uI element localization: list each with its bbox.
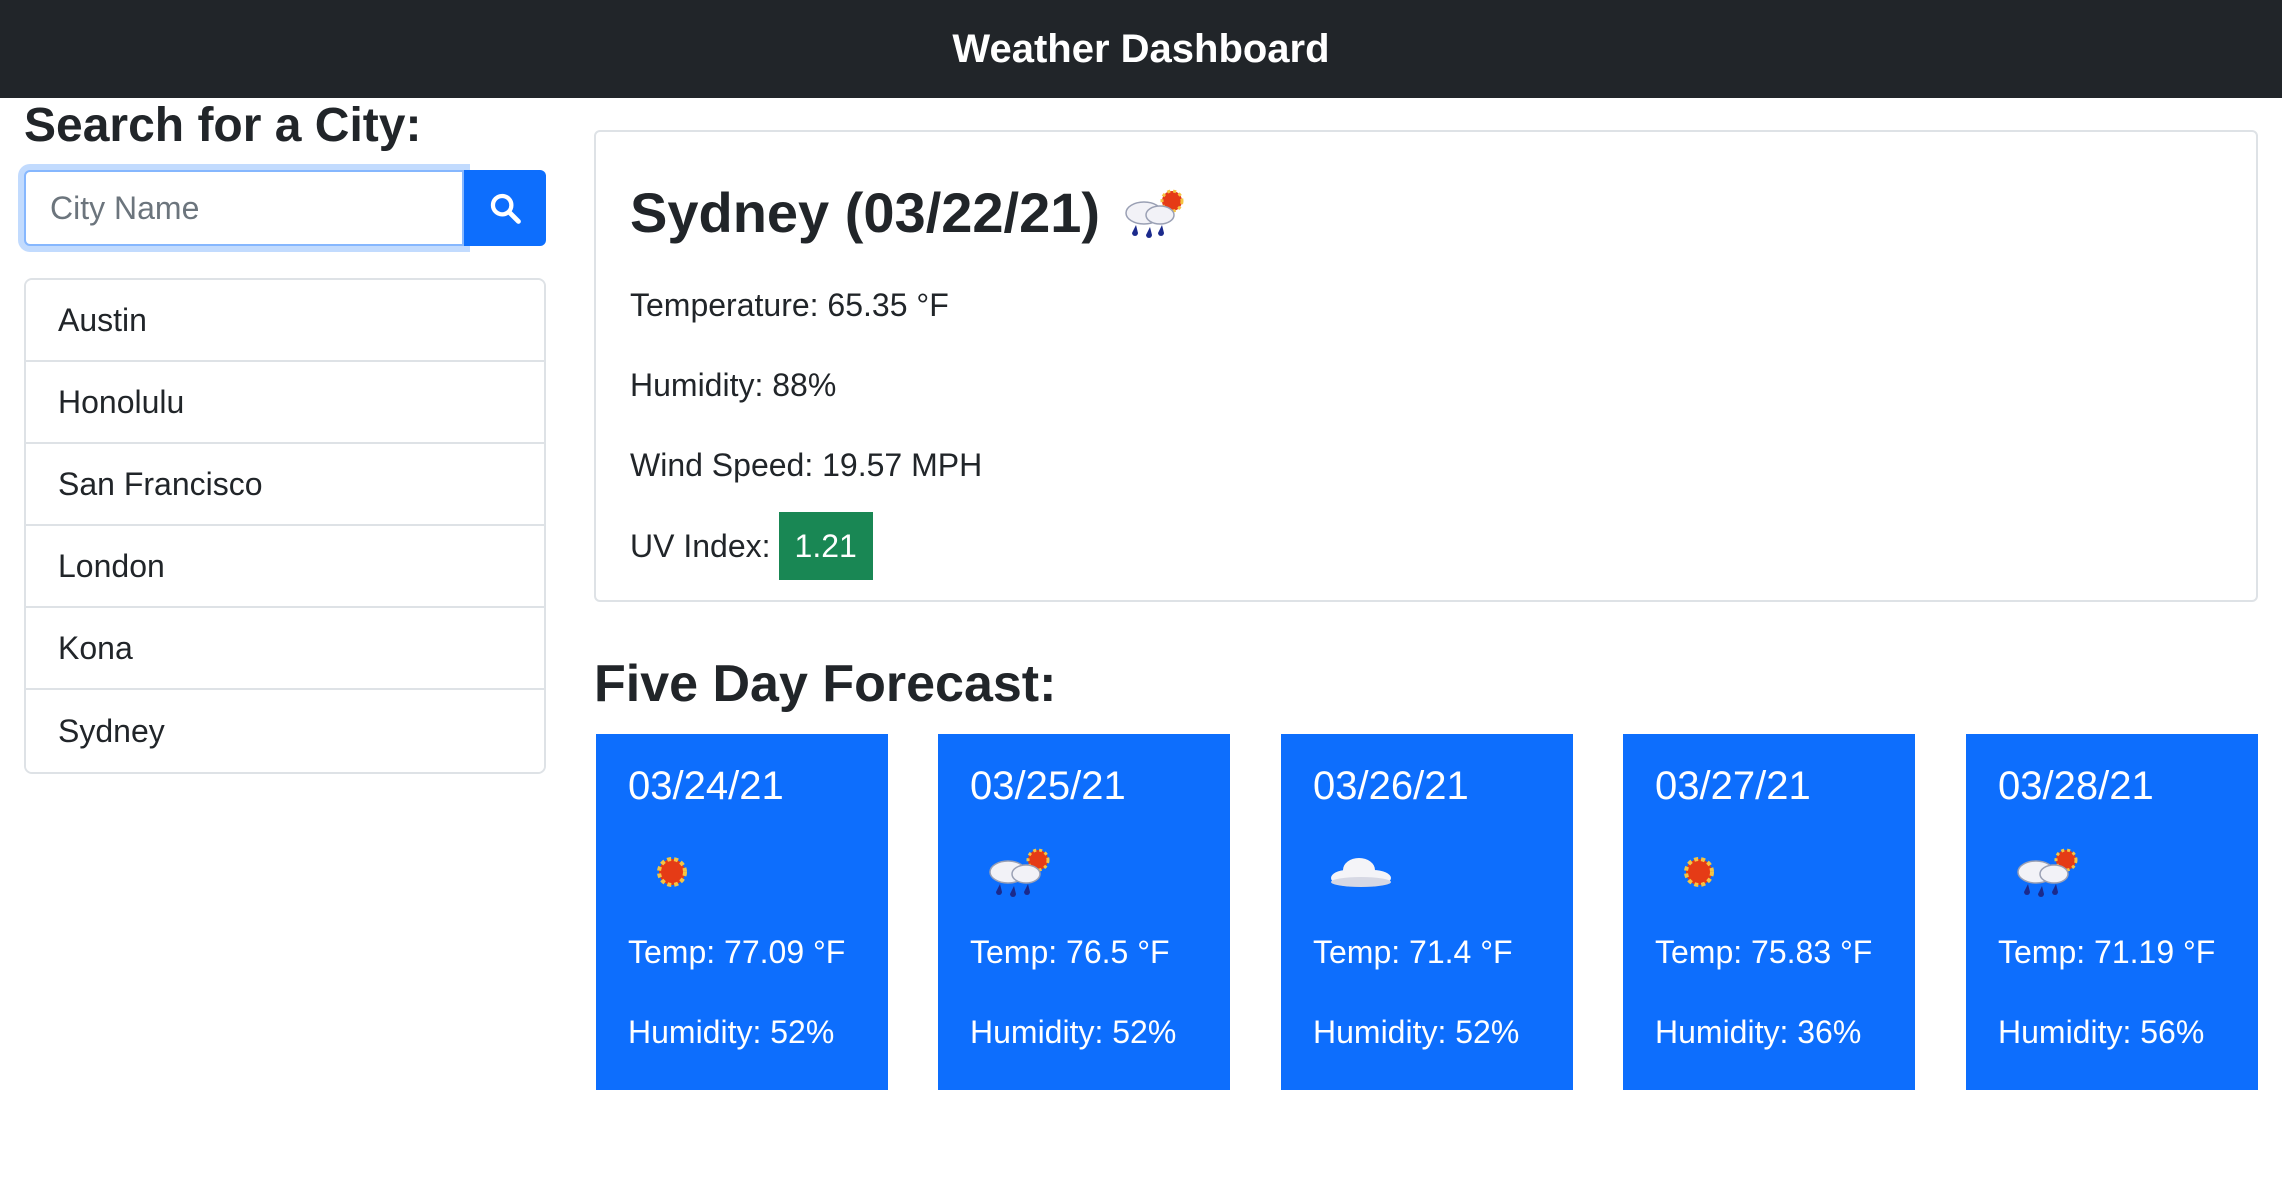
app-title: Weather Dashboard (952, 26, 1330, 71)
history-city-london[interactable]: London (26, 526, 544, 608)
current-weather-title-row: Sydney (03/22/21) (630, 180, 1194, 245)
forecast-humidity: Humidity: 52% (970, 1014, 1177, 1050)
forecast-humidity: Humidity: 56% (1998, 1014, 2205, 1050)
rain-sun-cloud-icon (989, 848, 1050, 897)
history-city-san-francisco[interactable]: San Francisco (26, 444, 544, 526)
search-button[interactable] (464, 170, 546, 246)
search-heading: Search for a City: (24, 99, 422, 152)
current-wind-speed: Wind Speed: 19.57 MPH (630, 447, 983, 483)
uv-index-label: UV Index: (630, 527, 771, 564)
forecast-temp: Temp: 77.09 °F (628, 934, 846, 970)
search-history-list: Austin Honolulu San Francisco London Kon… (24, 278, 546, 774)
forecast-card: 03/25/21 Temp: 76.5 °F Humidity: 52% (938, 734, 1230, 1090)
history-city-sydney[interactable]: Sydney (26, 690, 544, 772)
forecast-heading: Five Day Forecast: (594, 655, 1057, 713)
cloud-icon (1331, 858, 1391, 887)
search-icon (490, 193, 521, 224)
forecast-date: 03/24/21 (628, 764, 784, 808)
history-city-honolulu[interactable]: Honolulu (26, 362, 544, 444)
forecast-date: 03/27/21 (1655, 764, 1811, 808)
search-form (24, 170, 546, 246)
forecast-card: 03/24/21 Temp: 77.09 °F Humidity: 52% (596, 734, 888, 1090)
forecast-temp: Temp: 76.5 °F (970, 934, 1170, 970)
forecast-date: 03/25/21 (970, 764, 1126, 808)
forecast-card: 03/28/21 Temp: 71.19 °F Humidity: 56% (1966, 734, 2258, 1090)
current-temperature: Temperature: 65.35 °F (630, 287, 949, 323)
history-city-austin[interactable]: Austin (26, 280, 544, 362)
forecast-humidity: Humidity: 52% (628, 1014, 835, 1050)
current-city-date: Sydney (03/22/21) (630, 181, 1101, 244)
forecast-date: 03/28/21 (1998, 764, 2154, 808)
forecast-temp: Temp: 71.19 °F (1998, 934, 2216, 970)
forecast-temp: Temp: 75.83 °F (1655, 934, 1873, 970)
current-weather-card: Sydney (03/22/21) Temperature: 65.35 °F … (594, 130, 2258, 602)
uv-index-row: UV Index: 1.21 (630, 512, 873, 580)
forecast-humidity: Humidity: 52% (1313, 1014, 1520, 1050)
rain-sun-cloud-icon (2017, 848, 2078, 897)
navbar: Weather Dashboard (0, 0, 2282, 98)
forecast-date: 03/26/21 (1313, 764, 1469, 808)
forecast-temp: Temp: 71.4 °F (1313, 934, 1513, 970)
forecast-card: 03/27/21 Temp: 75.83 °F Humidity: 36% (1623, 734, 1915, 1090)
uv-index-badge: 1.21 (778, 512, 873, 580)
forecast-card: 03/26/21 Temp: 71.4 °F Humidity: 52% (1281, 734, 1573, 1090)
rain-sun-cloud-icon (1125, 189, 1184, 238)
city-search-input[interactable] (24, 170, 464, 246)
forecast-humidity: Humidity: 36% (1655, 1014, 1862, 1050)
sun-icon (657, 857, 687, 887)
sun-icon (1684, 857, 1714, 887)
current-humidity: Humidity: 88% (630, 367, 837, 403)
history-city-kona[interactable]: Kona (26, 608, 544, 690)
